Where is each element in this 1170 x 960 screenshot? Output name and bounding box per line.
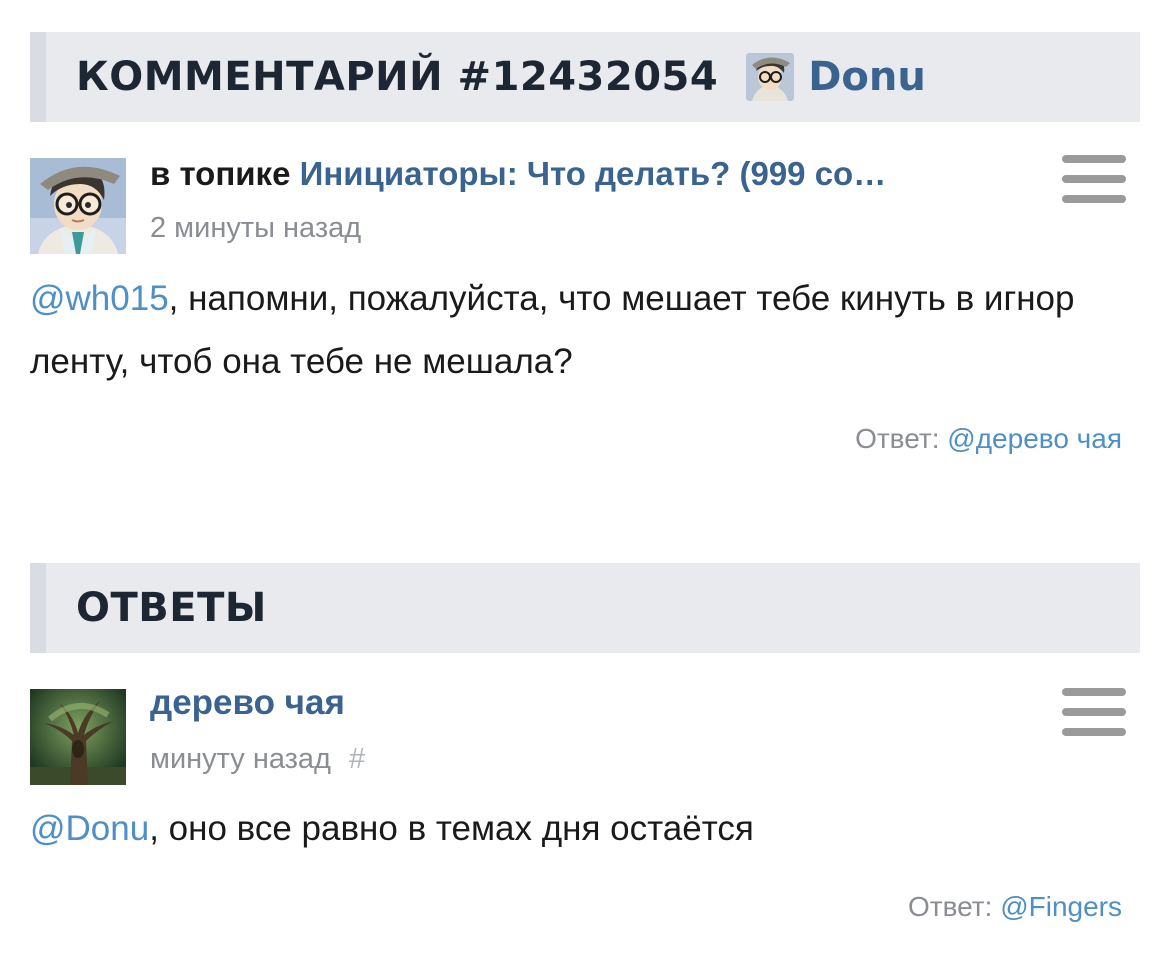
replies-header: ОТВЕТЫ xyxy=(30,563,1140,653)
reply-text-mention-link[interactable]: @Donu xyxy=(30,809,149,848)
comment-author-avatar[interactable] xyxy=(30,158,126,254)
comment-header: КОММЕНТАРИЙ #12432054 Donu xyxy=(30,32,1140,122)
reply-permalink-link[interactable]: # xyxy=(349,743,365,775)
reply-reply-label: Ответ: xyxy=(908,891,993,922)
topic-link[interactable]: Инициаторы: Что делать? (999 со… xyxy=(300,155,887,192)
reply-time-line: минуту назад # xyxy=(150,743,365,776)
hamburger-menu-icon xyxy=(1062,688,1126,696)
hamburger-menu-icon xyxy=(1062,155,1126,163)
reply-text-body: , оно все равно в темах дня остаётся xyxy=(149,809,754,848)
reply-time: минуту назад xyxy=(150,743,331,775)
comment-menu-button[interactable] xyxy=(1062,155,1126,207)
hamburger-line xyxy=(1062,195,1126,203)
comment-reply-line: Ответ: @дерево чая xyxy=(855,423,1122,455)
reply-reply-line: Ответ: @Fingers xyxy=(908,891,1122,923)
topic-line: в топике Инициаторы: Что делать? (999 со… xyxy=(150,155,886,193)
topic-prefix: в топике xyxy=(150,155,291,192)
hamburger-line xyxy=(1062,728,1126,736)
reply-text: @Donu, оно все равно в темах дня остаётс… xyxy=(30,797,1125,860)
reply-menu-button[interactable] xyxy=(1062,688,1126,740)
reply-mention-link[interactable]: @дерево чая xyxy=(947,423,1122,454)
header-user-link[interactable]: Donu xyxy=(808,54,926,100)
hamburger-line xyxy=(1062,175,1126,183)
reply-label: Ответ: xyxy=(855,423,940,454)
hamburger-line xyxy=(1062,708,1126,716)
comment-title: КОММЕНТАРИЙ #12432054 xyxy=(76,54,719,100)
replies-title: ОТВЕТЫ xyxy=(76,585,267,631)
reply-author-line: дерево чая xyxy=(150,683,345,723)
comment-text: @wh015, напомни, пожалуйста, что мешает … xyxy=(30,267,1125,393)
mention-link[interactable]: @wh015 xyxy=(30,279,169,318)
comment-time: 2 минуты назад xyxy=(150,212,362,244)
header-user-avatar[interactable] xyxy=(746,53,795,101)
reply-author-avatar[interactable] xyxy=(30,689,126,785)
comment-text-body: , напомни, пожалуйста, что мешает тебе к… xyxy=(30,279,1075,381)
reply-author-link[interactable]: дерево чая xyxy=(150,683,345,722)
reply-reply-mention-link[interactable]: @Fingers xyxy=(1000,891,1122,922)
